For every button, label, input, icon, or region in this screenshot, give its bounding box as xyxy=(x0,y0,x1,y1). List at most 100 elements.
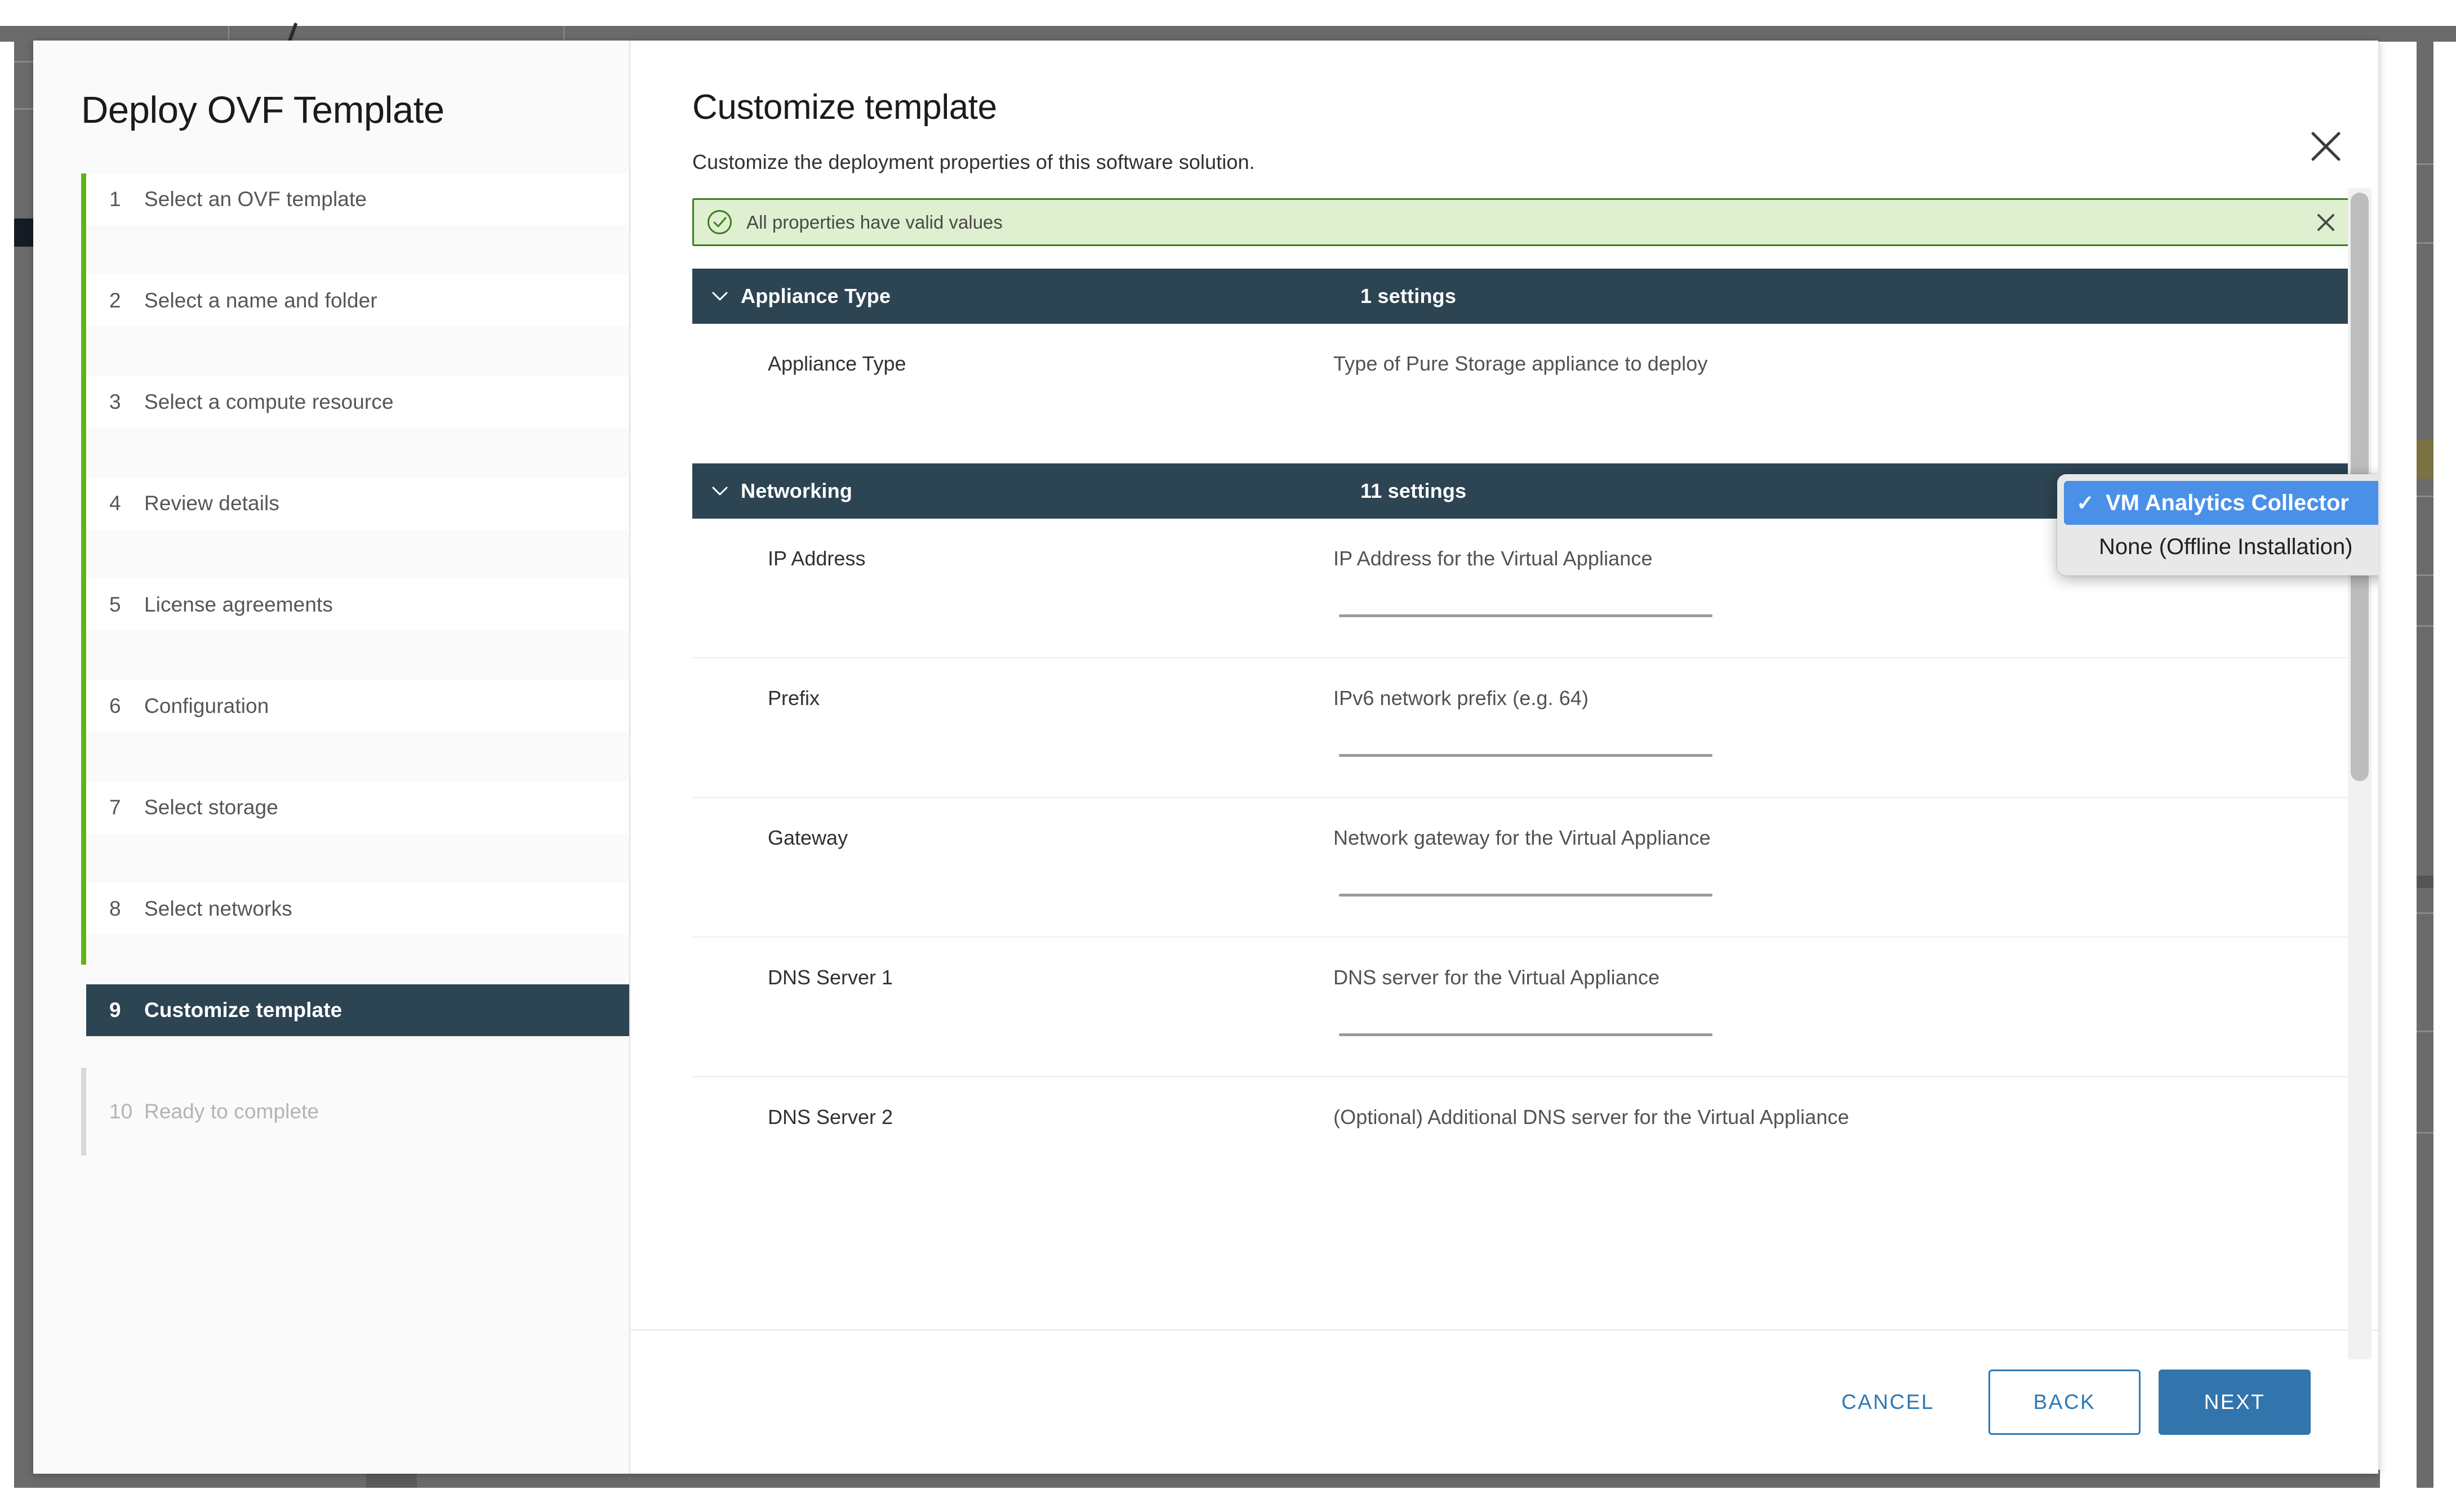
step-number: 4 xyxy=(109,492,121,515)
step-number: 10 xyxy=(109,1100,133,1123)
background-right-rail xyxy=(2417,26,2433,1488)
property-body: Network gateway for the Virtual Applianc… xyxy=(1333,798,2350,936)
background-right-rail-segment xyxy=(2417,876,2433,888)
validation-alert: All properties have valid values xyxy=(692,198,2350,246)
check-circle-icon xyxy=(706,209,733,235)
property-name: Appliance Type xyxy=(768,352,906,375)
property-body: IPv6 network prefix (e.g. 64) xyxy=(1333,658,2350,797)
group-header-appliance-type[interactable]: Appliance Type 1 settings xyxy=(692,269,2350,324)
wizard-step-list: 1 Select an OVF template 2 Select a name… xyxy=(33,173,629,1156)
step-label: Select a compute resource xyxy=(144,390,394,413)
alert-message: All properties have valid values xyxy=(746,211,1003,233)
next-button[interactable]: NEXT xyxy=(2159,1370,2311,1435)
group-count: 11 settings xyxy=(1360,479,1467,502)
modal-title: Deploy OVF Template xyxy=(81,89,444,131)
step-label: Select storage xyxy=(144,796,278,819)
table-row: Prefix IPv6 network prefix (e.g. 64) xyxy=(692,658,2350,798)
background-right-rail-divider xyxy=(2417,912,2433,914)
content-header: Customize template Customize the deploym… xyxy=(630,41,2378,174)
step-label: Select an OVF template xyxy=(144,188,367,211)
step-label: Ready to complete xyxy=(144,1100,319,1123)
sidebar-item-configuration[interactable]: 6 Configuration xyxy=(86,680,629,732)
settings-table: Appliance Type 1 settings Appliance Type… xyxy=(692,269,2350,1153)
property-name: Prefix xyxy=(768,686,820,710)
background-top-bar-divider xyxy=(228,26,229,42)
step-number: 3 xyxy=(109,390,121,413)
step-label: Review details xyxy=(144,492,279,515)
deploy-ovf-template-modal: Deploy OVF Template 1 Select an OVF temp… xyxy=(33,41,2378,1474)
sidebar-item-select-storage[interactable]: 7 Select storage xyxy=(86,782,629,833)
property-description: IPv6 network prefix (e.g. 64) xyxy=(1333,686,1589,710)
table-row: DNS Server 2 (Optional) Additional DNS s… xyxy=(692,1077,2350,1153)
step-number: 1 xyxy=(109,188,121,211)
customize-template-pane: Customize template Customize the deploym… xyxy=(630,41,2378,1474)
property-description: Type of Pure Storage appliance to deploy xyxy=(1333,352,1708,375)
sidebar-item-select-a-name-and-folder[interactable]: 2 Select a name and folder xyxy=(86,275,629,327)
background-right-rail-divider xyxy=(2417,242,2433,244)
background-right-rail-divider xyxy=(2417,496,2433,497)
gateway-input[interactable] xyxy=(1339,894,1712,897)
dropdown-option-none-offline-installation[interactable]: None (Offline Installation) xyxy=(2057,525,2378,569)
property-body: Type of Pure Storage appliance to deploy xyxy=(1333,324,2350,462)
step-label: Select networks xyxy=(144,897,292,920)
sidebar-item-license-agreements[interactable]: 5 License agreements xyxy=(86,579,629,631)
page-title: Customize template xyxy=(692,88,997,127)
background-right-rail-divider xyxy=(2417,1031,2433,1032)
step-number: 6 xyxy=(109,694,121,717)
dns-server-1-input[interactable] xyxy=(1339,1033,1712,1036)
close-icon[interactable] xyxy=(2308,129,2343,164)
background-right-rail-divider xyxy=(2417,163,2433,165)
appliance-type-dropdown-menu[interactable]: ✓ VM Analytics Collector None (Offline I… xyxy=(2057,474,2378,576)
step-label: Customize template xyxy=(144,998,342,1022)
step-label: Select a name and folder xyxy=(144,289,377,312)
sidebar-item-select-a-compute-resource[interactable]: 3 Select a compute resource xyxy=(86,376,629,428)
sidebar-item-select-an-ovf-template[interactable]: 1 Select an OVF template xyxy=(86,173,629,225)
content-scrollbar[interactable] xyxy=(2348,188,2372,1359)
wizard-progress-rail-tail xyxy=(81,1068,86,1156)
ip-address-input[interactable] xyxy=(1339,614,1712,617)
background-left-rail-divider xyxy=(14,108,33,110)
property-description: DNS server for the Virtual Appliance xyxy=(1333,966,1660,989)
step-number: 8 xyxy=(109,897,121,920)
property-name: DNS Server 2 xyxy=(768,1105,893,1129)
prefix-input[interactable] xyxy=(1339,754,1712,757)
chevron-down-icon xyxy=(710,485,729,497)
cancel-button[interactable]: CANCEL xyxy=(1819,1390,1957,1414)
background-right-rail-highlight xyxy=(2417,439,2433,479)
step-number: 9 xyxy=(109,998,121,1022)
back-button[interactable]: BACK xyxy=(1988,1370,2141,1435)
group-count: 1 settings xyxy=(1360,284,1457,307)
sidebar-item-ready-to-complete: 10 Ready to complete xyxy=(86,1086,629,1138)
property-name: Gateway xyxy=(768,826,848,849)
table-row: DNS Server 1 DNS server for the Virtual … xyxy=(692,938,2350,1077)
property-description: (Optional) Additional DNS server for the… xyxy=(1333,1105,1849,1129)
alert-close-icon[interactable] xyxy=(2313,210,2338,235)
sidebar-item-select-networks[interactable]: 8 Select networks xyxy=(86,883,629,935)
background-left-rail-highlight xyxy=(14,218,33,247)
property-name: DNS Server 1 xyxy=(768,966,893,989)
step-label: License agreements xyxy=(144,593,333,616)
step-number: 2 xyxy=(109,289,121,312)
sidebar-item-customize-template[interactable]: 9 Customize template xyxy=(86,984,629,1036)
step-label: Configuration xyxy=(144,694,269,717)
wizard-progress-rail xyxy=(81,173,86,965)
check-icon: ✓ xyxy=(2076,491,2094,515)
property-description: Network gateway for the Virtual Applianc… xyxy=(1333,826,1711,849)
background-right-rail-divider xyxy=(2417,1132,2433,1134)
sidebar-item-review-details[interactable]: 4 Review details xyxy=(86,478,629,529)
dropdown-option-label: VM Analytics Collector xyxy=(2106,490,2349,515)
step-number: 5 xyxy=(109,593,121,616)
table-row: Appliance Type Type of Pure Storage appl… xyxy=(692,324,2350,463)
property-body: DNS server for the Virtual Appliance xyxy=(1333,938,2350,1076)
background-top-bar xyxy=(0,26,2456,42)
background-left-rail-divider xyxy=(14,61,33,63)
background-top-bar-divider xyxy=(563,26,564,42)
property-name: IP Address xyxy=(768,547,866,570)
background-right-rail-divider xyxy=(2417,625,2433,627)
dropdown-option-vm-analytics-collector[interactable]: ✓ VM Analytics Collector xyxy=(2064,481,2378,525)
dropdown-option-label: None (Offline Installation) xyxy=(2099,534,2353,559)
wizard-steps-pane: Deploy OVF Template 1 Select an OVF temp… xyxy=(33,41,630,1474)
table-row: Gateway Network gateway for the Virtual … xyxy=(692,798,2350,938)
property-body: (Optional) Additional DNS server for the… xyxy=(1333,1077,2350,1153)
chevron-down-icon xyxy=(710,291,729,302)
